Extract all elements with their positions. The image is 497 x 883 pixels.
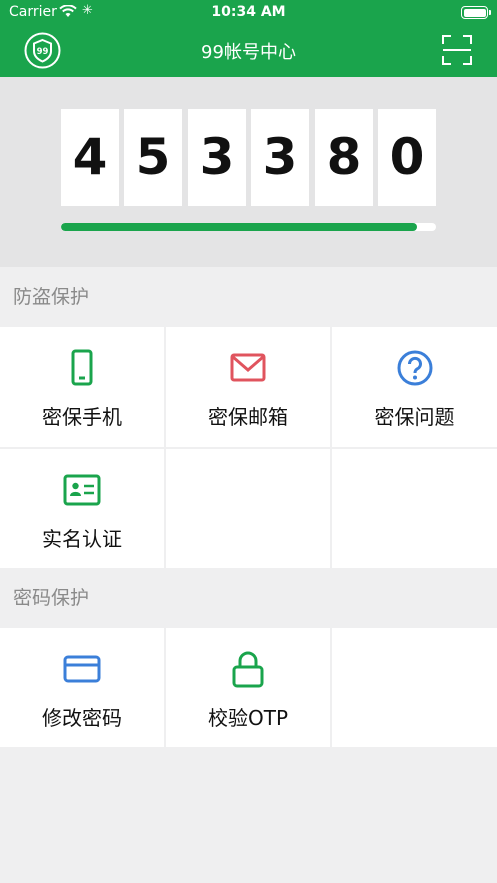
- mail-icon: [230, 353, 266, 382]
- battery-icon: [461, 6, 491, 19]
- status-bar: Carrier ✳ 10:34 AM: [0, 0, 497, 24]
- scan-icon[interactable]: [441, 34, 473, 66]
- grid-item-label: 密保问题: [374, 405, 455, 429]
- grid-item-empty: [332, 449, 497, 568]
- phone-icon: [71, 349, 93, 386]
- lock-icon: [232, 651, 264, 688]
- grid-item-real-name[interactable]: 实名认证: [0, 449, 164, 568]
- otp-digit: 4: [61, 109, 119, 206]
- grid-item-change-password[interactable]: 修改密码: [0, 628, 164, 747]
- otp-digit: 3: [188, 109, 246, 206]
- otp-digit: 5: [124, 109, 182, 206]
- grid-item-label: 校验OTP: [207, 706, 289, 730]
- otp-digit: 3: [251, 109, 309, 206]
- grid-item-label: 修改密码: [42, 706, 122, 730]
- grid-item-security-phone[interactable]: 密保手机: [0, 327, 164, 447]
- grid-item-empty: [166, 449, 330, 568]
- section-header-password: 密码保护: [0, 568, 497, 628]
- status-time: 10:34 AM: [211, 4, 286, 20]
- grid-item-security-email[interactable]: 密保邮箱: [166, 327, 330, 447]
- grid-item-label: 密保手机: [42, 405, 122, 429]
- otp-panel: 4 5 3 3 8 0: [0, 77, 497, 267]
- otp-countdown-progress: [61, 223, 436, 231]
- grid-item-label: 实名认证: [42, 527, 122, 551]
- grid-item-empty: [332, 628, 497, 747]
- otp-countdown-fill: [61, 223, 418, 231]
- grid-item-label: 密保邮箱: [208, 405, 288, 429]
- section-header-anti-theft: 防盗保护: [0, 267, 497, 327]
- card-icon: [63, 655, 101, 683]
- grid-item-verify-otp[interactable]: 校验OTP: [166, 628, 330, 747]
- nav-bar: 99 99帐号中心: [0, 24, 497, 77]
- page-title: 99帐号中心: [201, 42, 296, 63]
- question-icon: [397, 350, 432, 386]
- grid-item-security-question[interactable]: 密保问题: [332, 327, 497, 447]
- otp-digit: 8: [315, 109, 373, 206]
- otp-digit: 0: [378, 109, 436, 206]
- id-card-icon: [63, 474, 101, 506]
